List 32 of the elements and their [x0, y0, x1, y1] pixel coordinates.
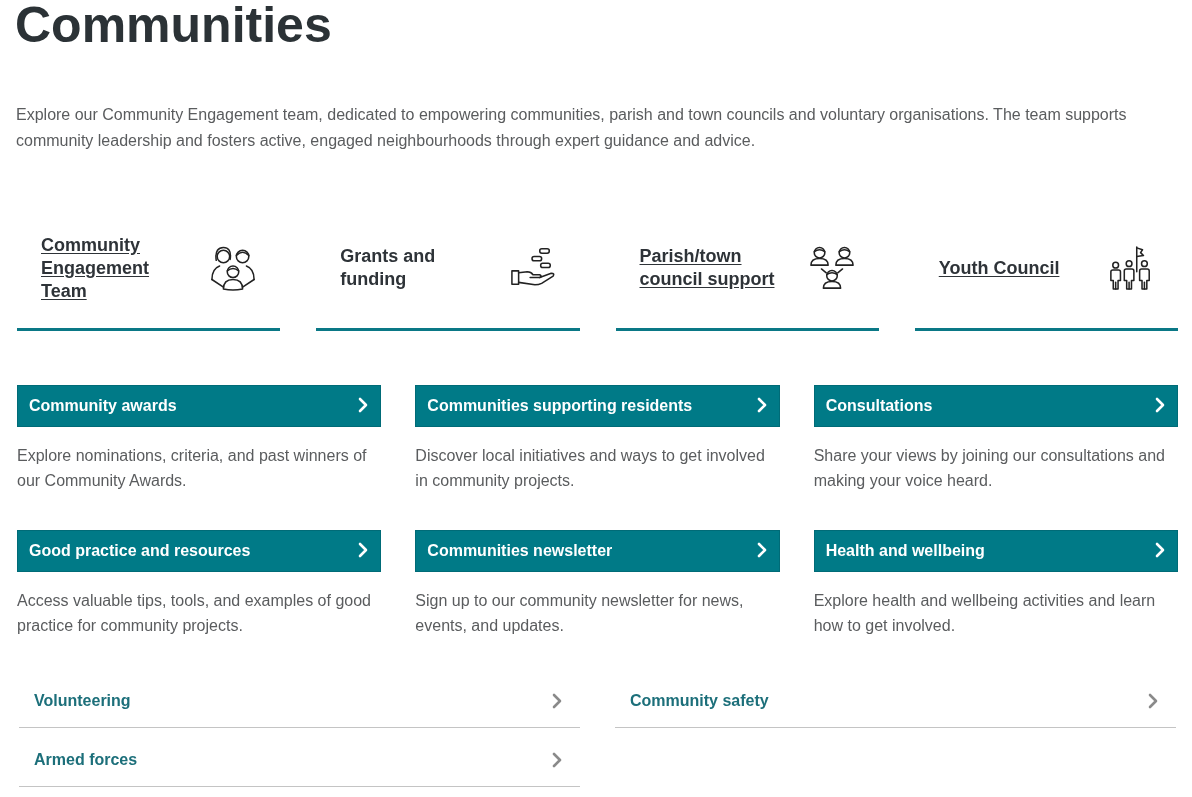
family-icon	[210, 245, 257, 291]
chevron-right-icon	[552, 693, 562, 709]
page-title: Communities	[15, 0, 332, 50]
intro-paragraph: Explore our Community Engagement team, dedicated to empowering communities, parish and town councils and voluntary organisations. The team supports community leadership and fosters active, engaged neighbourhoods through expert guidance and advice.	[16, 105, 1128, 151]
chevron-right-icon	[1148, 693, 1158, 709]
chevron-right-icon	[358, 541, 369, 558]
section-description: Sign up to our community newsletter for news, events, and updates.	[415, 591, 745, 636]
section-link-button[interactable]: Good practice and resources	[17, 530, 382, 572]
quick-link[interactable]: Community safety	[615, 669, 1176, 728]
chevron-right-icon	[552, 752, 562, 768]
connected-people-icon	[808, 245, 855, 291]
feature-title: Grants and funding	[340, 245, 437, 291]
chevron-right-icon	[358, 396, 369, 413]
chevron-right-icon	[756, 396, 767, 413]
section-link-button[interactable]: Health and wellbeing	[813, 530, 1178, 572]
section-description: Share your views by joining our consultations and making your voice heard.	[813, 446, 1166, 491]
section-link-button[interactable]: Consultations	[813, 385, 1178, 427]
section-link-button[interactable]: Community awards	[17, 385, 382, 427]
section-description: Explore nominations, criteria, and past winners of our Community Awards.	[17, 446, 368, 491]
chevron-right-icon	[756, 541, 767, 558]
chevron-right-icon	[1155, 541, 1165, 558]
section-description: Discover local initiatives and ways to get involved in community projects.	[415, 446, 766, 491]
section-description: Access valuable tips, tools, and examples of good practice for community projects.	[17, 591, 372, 636]
feature-link[interactable]: Youth Council	[938, 256, 1060, 280]
feature-link[interactable]: Parish/town council support	[639, 245, 790, 291]
quick-link[interactable]: Armed forces	[19, 728, 580, 787]
section-link-button[interactable]: Communities supporting residents	[415, 385, 780, 427]
feature-link[interactable]: Community Engagement Team	[41, 233, 191, 303]
chevron-right-icon	[1155, 396, 1165, 413]
quick-link[interactable]: Volunteering	[19, 669, 580, 728]
section-description: Explore health and wellbeing activities and learn how to get involved.	[813, 591, 1157, 636]
section-link-button[interactable]: Communities newsletter	[415, 530, 780, 572]
